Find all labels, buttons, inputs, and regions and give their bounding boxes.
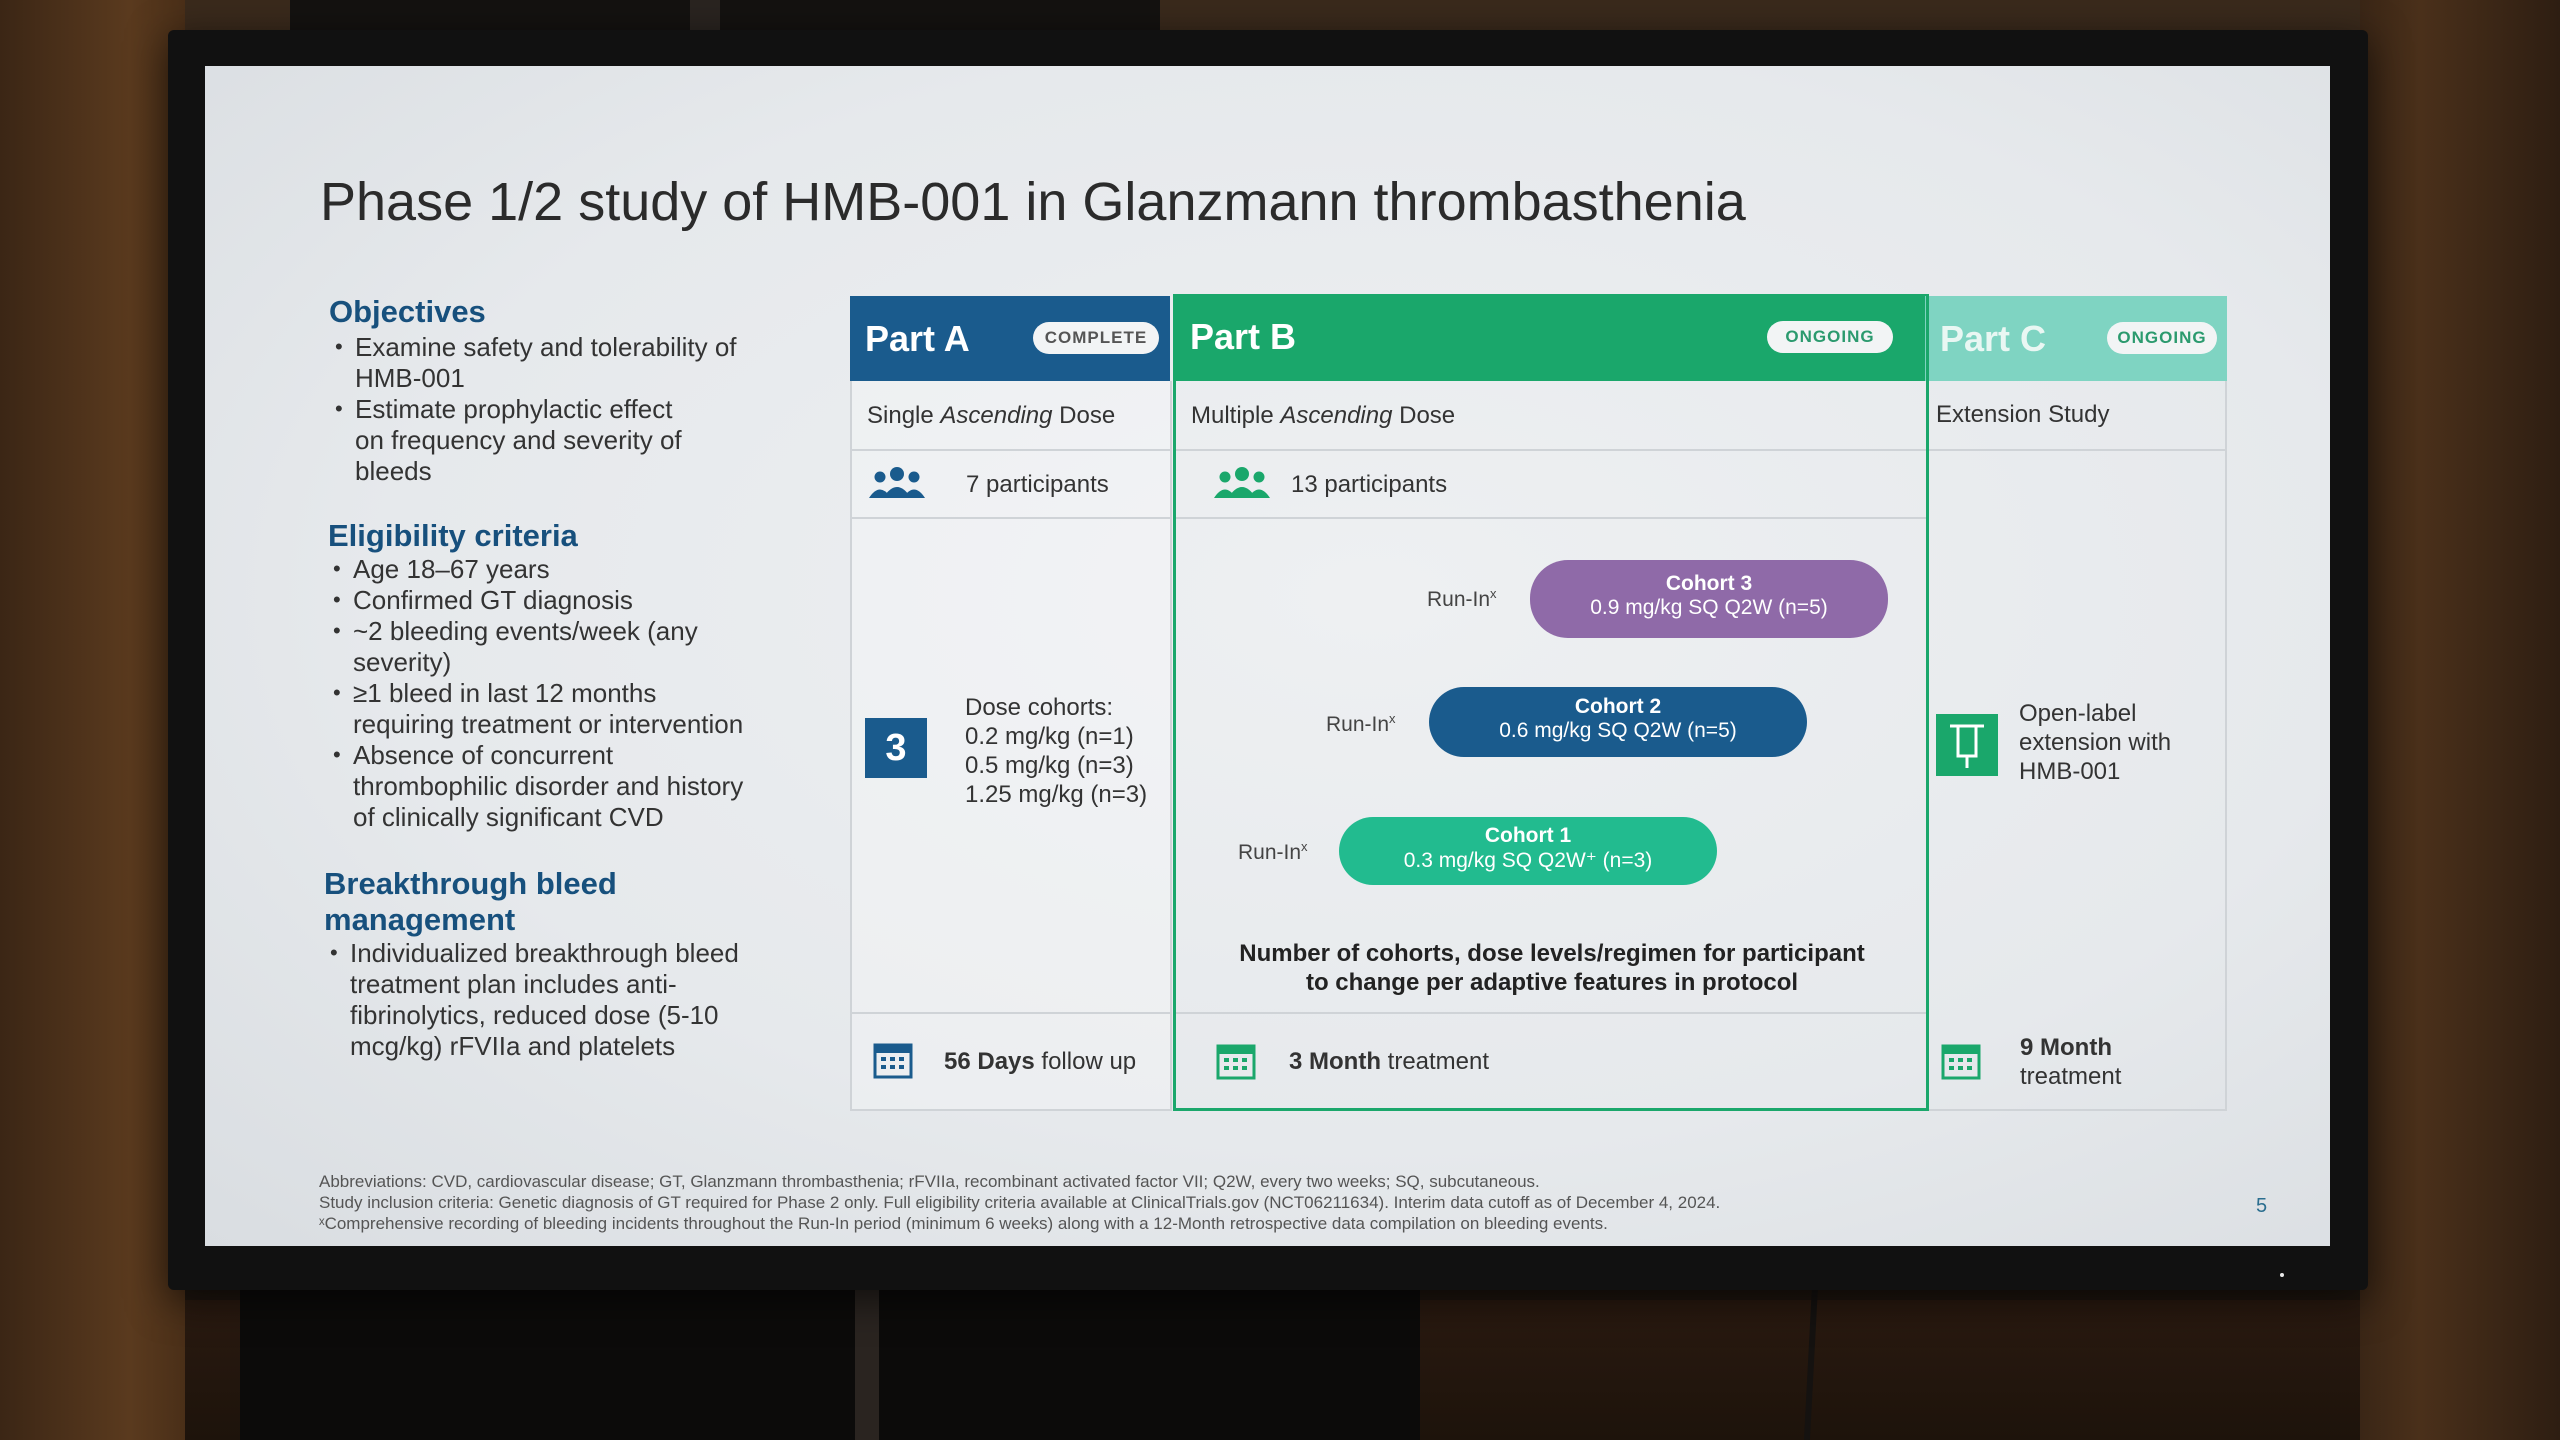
adaptive-note-line1: Number of cohorts, dose levels/regimen f…	[1239, 940, 1865, 967]
part-a-status-badge: COMPLETE	[1033, 322, 1159, 354]
breakthrough-heading-line2: management	[324, 902, 516, 937]
part-c-title: Part C	[1940, 318, 2047, 359]
row-divider	[852, 449, 1172, 451]
part-a-participants: 7 participants	[966, 471, 1109, 498]
power-led	[2280, 1273, 2284, 1277]
part-a-design: Single Ascending Dose	[867, 402, 1116, 429]
objective-item: Examine safety and tolerability of	[355, 332, 737, 362]
open-label-extension-text: Open-label extension with HMB-001	[2019, 700, 2219, 790]
part-c-status-badge: ONGOING	[2107, 322, 2217, 354]
part-b-participants: 13 participants	[1291, 471, 1448, 498]
wall-left	[0, 0, 185, 1440]
calendar-icon	[1216, 1044, 1256, 1080]
bullet-marker: •	[333, 587, 341, 612]
bullet-marker: •	[330, 940, 338, 965]
eligibility-list: • Age 18–67 years • Confirmed GT diagnosis •…	[333, 554, 813, 854]
bullet-marker: •	[333, 618, 341, 643]
eligibility-item: Age 18–67 years	[353, 554, 550, 584]
calendar-icon	[873, 1043, 913, 1079]
eligibility-item: of clinically significant CVD	[353, 802, 664, 832]
breakthrough-item: treatment plan includes anti-	[350, 969, 677, 999]
part-c-header: Part C ONGOING	[1925, 296, 2227, 381]
part-a-header: Part A COMPLETE	[850, 296, 1170, 381]
part-c-treatment-label: treatment	[2020, 1063, 2122, 1090]
part-a-title: Part A	[865, 318, 970, 359]
objectives-heading: Objectives	[329, 294, 486, 329]
page-number: 5	[2256, 1195, 2268, 1217]
extension-line: HMB-001	[2019, 758, 2121, 785]
run-in-label: Run-Inx	[1238, 839, 1308, 864]
objectives-list: • Examine safety and tolerability of HMB-0…	[335, 332, 785, 492]
slide-screen: Phase 1/2 study of HMB-001 in Glanzmann …	[205, 66, 2330, 1246]
row-divider	[852, 517, 1172, 519]
objective-item: bleeds	[355, 456, 432, 486]
eligibility-item: requiring treatment or intervention	[353, 709, 744, 739]
part-c-design: Extension Study	[1936, 401, 2110, 428]
bullet-marker: •	[335, 334, 343, 359]
row-divider	[1176, 449, 1926, 451]
cohort-count-badge: 3	[865, 718, 927, 778]
objective-item: HMB-001	[355, 363, 465, 393]
eligibility-item: Confirmed GT diagnosis	[353, 585, 633, 615]
slide-title: Phase 1/2 study of HMB-001 in Glanzmann …	[320, 172, 1746, 232]
dose-line: 0.2 mg/kg (n=1)	[965, 723, 1134, 750]
row-divider	[1176, 1012, 1926, 1014]
eligibility-item: severity)	[353, 647, 452, 677]
part-c-treatment-duration: 9 Month	[2020, 1034, 2112, 1061]
bullet-marker: •	[333, 680, 341, 705]
extension-line: extension with	[2019, 729, 2172, 756]
breakthrough-item: Individualized breakthrough bleed	[350, 938, 739, 968]
breakthrough-heading-line1: Breakthrough bleed	[324, 866, 617, 901]
part-a-followup: 56 Days follow up	[944, 1048, 1137, 1075]
dose-line: 1.25 mg/kg (n=3)	[965, 781, 1148, 808]
dose-cohorts: Dose cohorts: 0.2 mg/kg (n=1) 0.5 mg/kg (n…	[965, 694, 1165, 814]
part-b-design: Multiple Ascending Dose	[1191, 402, 1456, 429]
objective-item: on frequency and severity of	[355, 425, 682, 455]
dose-line: 0.5 mg/kg (n=3)	[965, 752, 1134, 779]
row-divider	[852, 1012, 1172, 1014]
bullet-marker: •	[335, 396, 343, 421]
extension-line: Open-label	[2019, 700, 2137, 727]
monitor-stand	[240, 1275, 1420, 1440]
row-divider	[1929, 449, 2225, 451]
bullet-marker: •	[333, 556, 341, 581]
run-in-label: Run-Inx	[1427, 586, 1497, 611]
cohort-2-pill: Cohort 2 0.6 mg/kg SQ Q2W (n=5)	[1429, 687, 1807, 757]
participants-icon	[1214, 467, 1270, 498]
breakthrough-item: mcg/kg) rFVIIa and platelets	[350, 1031, 676, 1061]
cohort-3-pill: Cohort 3 0.9 mg/kg SQ Q2W (n=5)	[1530, 560, 1888, 638]
wall-right	[2360, 0, 2560, 1440]
footnote-run-in: ˣComprehensive recording of bleeding inc…	[319, 1214, 1608, 1233]
footnote-inclusion: Study inclusion criteria: Genetic diagno…	[319, 1193, 1721, 1212]
cohort-1-pill: Cohort 1 0.3 mg/kg SQ Q2W⁺ (n=3)	[1339, 817, 1717, 885]
eligibility-heading: Eligibility criteria	[328, 518, 578, 553]
breakthrough-item: fibrinolytics, reduced dose (5-10	[350, 1000, 719, 1030]
dose-line: Dose cohorts:	[965, 694, 1114, 721]
eligibility-item: ≥1 bleed in last 12 months	[353, 678, 657, 708]
eligibility-item: Absence of concurrent	[353, 740, 614, 770]
objective-item: Estimate prophylactic effect	[355, 394, 673, 424]
row-divider	[1176, 517, 1926, 519]
footnote-abbreviations: Abbreviations: CVD, cardiovascular disea…	[319, 1172, 1540, 1191]
eligibility-item: ~2 bleeding events/week (any	[353, 616, 698, 646]
part-b-treatment: 3 Month treatment	[1289, 1048, 1490, 1075]
calendar-icon	[1941, 1044, 1981, 1080]
breakthrough-list: • Individualized breakthrough bleed treatm…	[330, 938, 810, 1078]
run-in-label: Run-Inx	[1326, 711, 1396, 736]
syringe-icon	[1936, 714, 1998, 776]
adaptive-note-line2: to change per adaptive features in proto…	[1305, 969, 1799, 996]
eligibility-item: thrombophilic disorder and history	[353, 771, 744, 801]
participants-icon	[869, 467, 925, 498]
bullet-marker: •	[333, 742, 341, 767]
stand-post	[855, 1290, 879, 1440]
